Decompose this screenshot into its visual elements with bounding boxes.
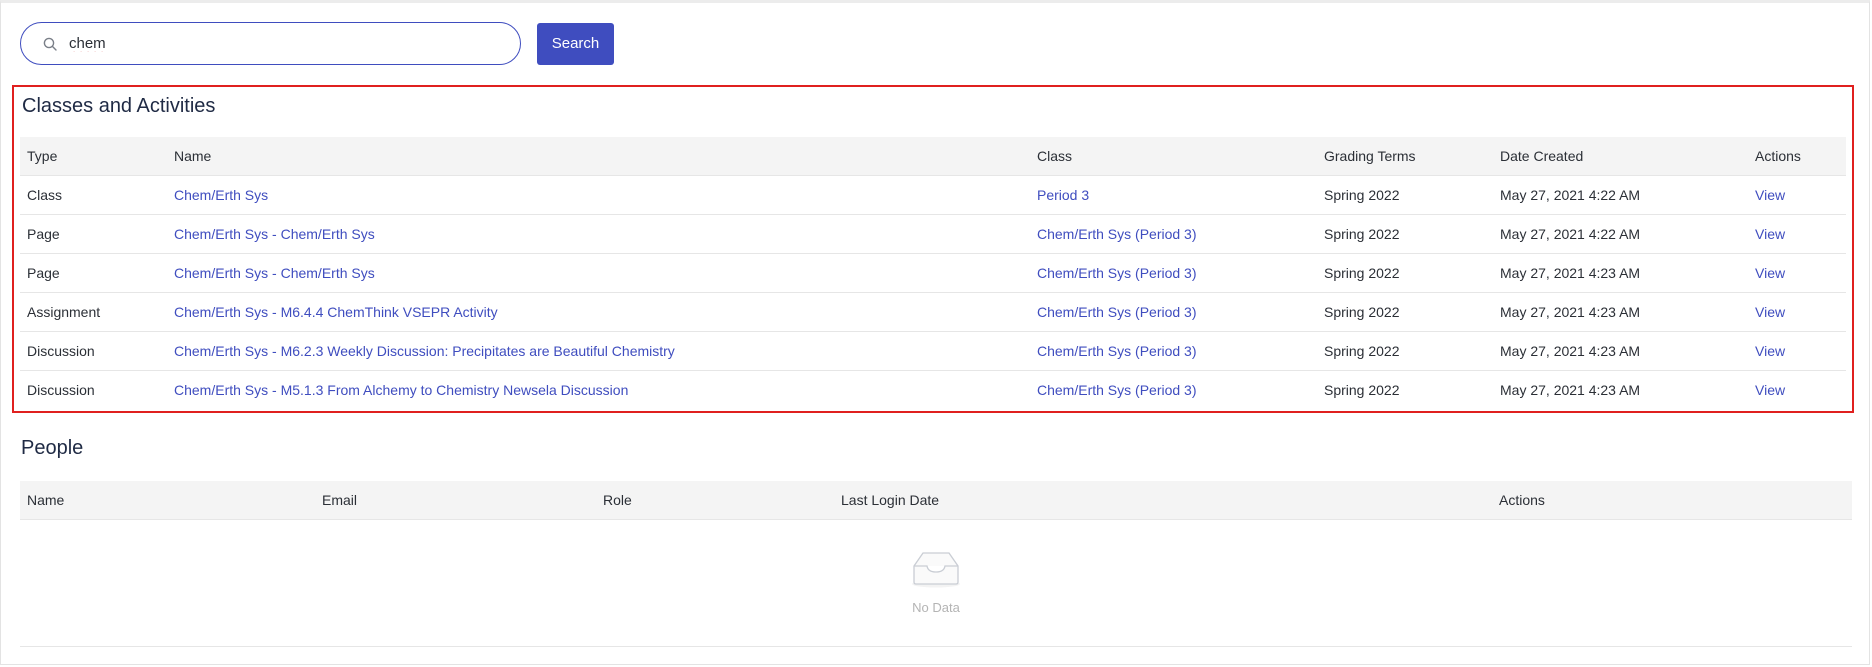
empty-state-text: No Data — [912, 600, 960, 615]
empty-inbox-icon — [910, 548, 962, 593]
view-link[interactable]: View — [1755, 265, 1785, 281]
cell-date-created: May 27, 2021 4:23 AM — [1493, 292, 1748, 332]
class-link[interactable]: Chem/Erth Sys (Period 3) — [1037, 226, 1197, 242]
column-header-last-login-date: Last Login Date — [834, 481, 1492, 520]
column-header-actions: Actions — [1492, 481, 1852, 520]
search-row: Search — [20, 22, 614, 65]
cell-date-created: May 27, 2021 4:22 AM — [1493, 214, 1748, 254]
table-header-row: Type Name Class Grading Terms Date Creat… — [20, 137, 1846, 176]
search-button[interactable]: Search — [537, 22, 614, 65]
class-link[interactable]: Chem/Erth Sys (Period 3) — [1037, 343, 1197, 359]
cell-grading-terms: Spring 2022 — [1317, 292, 1493, 332]
section-title-people: People — [21, 437, 84, 459]
table-row: Discussion Chem/Erth Sys - M5.1.3 From A… — [20, 371, 1846, 410]
search-icon — [43, 37, 57, 51]
people-empty-state: No Data — [20, 520, 1852, 647]
view-link[interactable]: View — [1755, 304, 1785, 320]
class-link[interactable]: Chem/Erth Sys (Period 3) — [1037, 382, 1197, 398]
cell-grading-terms: Spring 2022 — [1317, 253, 1493, 293]
cell-type: Assignment — [20, 292, 167, 332]
search-input[interactable] — [67, 34, 471, 53]
table-header-row: Name Email Role Last Login Date Actions — [20, 481, 1852, 520]
cell-date-created: May 27, 2021 4:22 AM — [1493, 175, 1748, 215]
class-link[interactable]: Period 3 — [1037, 187, 1089, 203]
column-header-date-created: Date Created — [1493, 137, 1748, 176]
cell-type: Page — [20, 253, 167, 293]
table-row: Assignment Chem/Erth Sys - M6.4.4 ChemTh… — [20, 292, 1846, 332]
item-name-link[interactable]: Chem/Erth Sys - Chem/Erth Sys — [174, 265, 375, 281]
view-link[interactable]: View — [1755, 187, 1785, 203]
classes-table: Type Name Class Grading Terms Date Creat… — [20, 137, 1846, 409]
section-title-classes: Classes and Activities — [22, 95, 216, 117]
cell-date-created: May 27, 2021 4:23 AM — [1500, 382, 1641, 398]
people-table: Name Email Role Last Login Date Actions — [20, 481, 1852, 520]
column-header-role: Role — [596, 481, 834, 520]
cell-date-created: May 27, 2021 4:23 AM — [1493, 253, 1748, 293]
item-name-link[interactable]: Chem/Erth Sys - M6.4.4 ChemThink VSEPR A… — [174, 304, 498, 320]
column-header-type: Type — [20, 137, 167, 176]
cell-type: Class — [20, 175, 167, 215]
item-name-link[interactable]: Chem/Erth Sys - M6.2.3 Weekly Discussion… — [174, 343, 675, 359]
cell-type: Discussion — [20, 331, 167, 371]
view-link[interactable]: View — [1755, 382, 1785, 398]
column-header-email: Email — [315, 481, 596, 520]
cell-date-created: May 27, 2021 4:23 AM — [1493, 331, 1748, 371]
item-name-link[interactable]: Chem/Erth Sys — [174, 187, 268, 203]
table-row: Page Chem/Erth Sys - Chem/Erth Sys Chem/… — [20, 253, 1846, 293]
class-link[interactable]: Chem/Erth Sys (Period 3) — [1037, 265, 1197, 281]
column-header-class: Class — [1030, 137, 1317, 176]
column-header-name: Name — [20, 481, 315, 520]
cell-grading-terms: Spring 2022 — [1317, 331, 1493, 371]
table-row: Page Chem/Erth Sys - Chem/Erth Sys Chem/… — [20, 214, 1846, 254]
table-row: Discussion Chem/Erth Sys - M6.2.3 Weekly… — [20, 331, 1846, 371]
cell-grading-terms: Spring 2022 — [1324, 382, 1400, 398]
column-header-name: Name — [167, 137, 1030, 176]
search-box[interactable] — [20, 22, 521, 65]
column-header-grading-terms: Grading Terms — [1317, 137, 1493, 176]
cell-grading-terms: Spring 2022 — [1317, 175, 1493, 215]
cell-type: Discussion — [27, 382, 95, 398]
cell-grading-terms: Spring 2022 — [1317, 214, 1493, 254]
class-link[interactable]: Chem/Erth Sys (Period 3) — [1037, 304, 1197, 320]
view-link[interactable]: View — [1755, 226, 1785, 242]
table-row: Class Chem/Erth Sys Period 3 Spring 2022… — [20, 175, 1846, 215]
item-name-link[interactable]: Chem/Erth Sys - M5.1.3 From Alchemy to C… — [174, 382, 628, 398]
column-header-actions: Actions — [1748, 137, 1846, 176]
view-link[interactable]: View — [1755, 343, 1785, 359]
classes-activities-section: Classes and Activities Type Name Class G… — [12, 85, 1854, 413]
item-name-link[interactable]: Chem/Erth Sys - Chem/Erth Sys — [174, 226, 375, 242]
cell-type: Page — [20, 214, 167, 254]
